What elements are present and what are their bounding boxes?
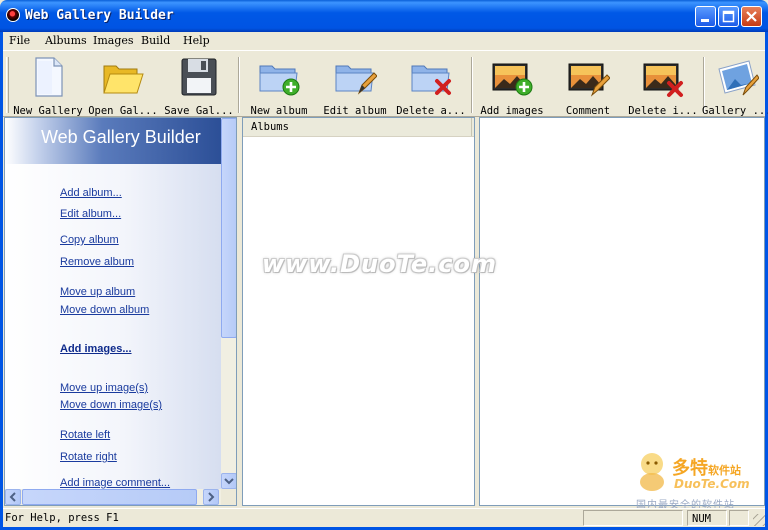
save-gallery-button[interactable]: Save Gal... xyxy=(161,53,237,117)
task-pane-vertical-scrollbar[interactable] xyxy=(221,118,236,489)
floppy-disk-icon xyxy=(181,58,217,96)
task-pane-content: Web Gallery Builder Add album... Edit al… xyxy=(5,118,221,489)
delete-album-label: Delete a... xyxy=(396,105,466,117)
minimize-button[interactable] xyxy=(695,6,716,27)
comment-image-icon xyxy=(568,63,610,97)
scroll-left-button[interactable] xyxy=(5,489,21,505)
move-up-album-link[interactable]: Move up album xyxy=(60,286,135,298)
albums-column-header: Albums xyxy=(243,118,474,137)
menu-help[interactable]: Help xyxy=(183,34,210,47)
new-gallery-label: New Gallery xyxy=(13,105,83,117)
menu-images[interactable]: Images xyxy=(93,34,134,47)
scroll-down-button[interactable] xyxy=(221,473,236,489)
num-lock-indicator: NUM xyxy=(687,510,727,526)
remove-album-link[interactable]: Remove album xyxy=(60,256,134,268)
minimize-icon xyxy=(701,19,709,22)
title-bar[interactable]: Web Gallery Builder xyxy=(0,0,768,32)
new-album-button[interactable]: New album xyxy=(241,53,317,117)
edit-album-link[interactable]: Edit album... xyxy=(60,208,121,220)
window-title: Web Gallery Builder xyxy=(25,8,174,23)
copy-album-link[interactable]: Copy album xyxy=(60,234,119,246)
gallery-button[interactable]: Gallery ... xyxy=(702,53,768,117)
menu-bar: File Albums Images Build Help xyxy=(3,32,765,50)
add-images-label: Add images xyxy=(480,105,544,117)
toolbar: New Gallery Open Gal... Save Gal... New … xyxy=(3,50,768,117)
close-button[interactable] xyxy=(741,6,762,27)
watermark-text: www.DuoTe.com xyxy=(262,250,497,278)
new-album-icon xyxy=(259,65,300,96)
status-help-text: For Help, press F1 xyxy=(5,512,119,524)
vertical-scroll-thumb[interactable] xyxy=(221,118,236,338)
status-panel-scroll xyxy=(729,510,749,526)
rotate-right-link[interactable]: Rotate right xyxy=(60,451,117,463)
new-album-label: New album xyxy=(250,105,308,117)
menu-build[interactable]: Build xyxy=(141,34,170,47)
status-bar: For Help, press F1 NUM xyxy=(3,508,765,526)
watermark-logo-cn-main: 多特 xyxy=(672,458,708,479)
add-album-link[interactable]: Add album... xyxy=(60,187,122,199)
watermark-logo-en: DuoTe.Com xyxy=(674,477,750,491)
mascot-icon xyxy=(640,453,664,491)
menu-albums[interactable]: Albums xyxy=(45,34,87,47)
resize-grip[interactable] xyxy=(753,514,765,526)
comment-button[interactable]: Comment xyxy=(550,53,626,117)
add-image-icon xyxy=(492,63,533,96)
delete-image-button[interactable]: Delete i... xyxy=(625,53,701,117)
scroll-corner xyxy=(221,489,236,505)
comment-label: Comment xyxy=(565,105,611,117)
open-folder-icon xyxy=(103,65,144,94)
new-document-icon xyxy=(35,57,63,97)
delete-album-icon xyxy=(411,65,451,95)
open-gallery-label: Open Gal... xyxy=(88,105,158,117)
save-gallery-label: Save Gal... xyxy=(164,105,234,117)
menu-file[interactable]: File xyxy=(9,34,30,47)
open-gallery-button[interactable]: Open Gal... xyxy=(85,53,161,117)
app-icon[interactable] xyxy=(6,8,20,22)
add-images-button[interactable]: Add images xyxy=(474,53,550,117)
edit-album-label: Edit album xyxy=(323,105,387,117)
albums-list[interactable]: Albums xyxy=(242,117,475,506)
task-pane-header: Web Gallery Builder xyxy=(5,118,221,164)
chevron-down-icon xyxy=(224,478,234,485)
move-down-images-link[interactable]: Move down image(s) xyxy=(60,399,162,411)
status-panel-empty xyxy=(583,510,683,526)
task-pane-horizontal-scrollbar[interactable] xyxy=(5,489,221,505)
add-images-link[interactable]: Add images... xyxy=(60,343,132,355)
delete-album-button[interactable]: Delete a... xyxy=(393,53,469,117)
scroll-right-button[interactable] xyxy=(203,489,219,505)
chevron-right-icon xyxy=(208,492,215,502)
move-up-images-link[interactable]: Move up image(s) xyxy=(60,382,148,394)
new-gallery-button[interactable]: New Gallery xyxy=(10,53,86,117)
maximize-button[interactable] xyxy=(718,6,739,27)
watermark-logo: 多特软件站 DuoTe.Com 国内最安全的软件站 xyxy=(632,448,764,512)
maximize-icon xyxy=(722,10,735,23)
edit-album-button[interactable]: Edit album xyxy=(317,53,393,117)
gallery-icon xyxy=(718,60,759,96)
albums-column-header-cell[interactable]: Albums xyxy=(243,118,472,136)
edit-album-icon xyxy=(335,65,377,95)
rotate-left-link[interactable]: Rotate left xyxy=(60,429,110,441)
delete-image-icon xyxy=(643,63,683,97)
task-pane-title: Web Gallery Builder xyxy=(41,127,201,147)
close-icon xyxy=(746,11,757,22)
watermark-logo-cn-small: 软件站 xyxy=(708,464,741,477)
delete-image-label: Delete i... xyxy=(628,105,698,117)
add-image-comment-link[interactable]: Add image comment... xyxy=(60,477,170,489)
horizontal-scroll-thumb[interactable] xyxy=(22,489,197,505)
chevron-left-icon xyxy=(9,492,16,502)
gallery-label: Gallery ... xyxy=(702,105,768,117)
move-down-album-link[interactable]: Move down album xyxy=(60,304,149,316)
task-pane: Web Gallery Builder Add album... Edit al… xyxy=(4,117,237,506)
